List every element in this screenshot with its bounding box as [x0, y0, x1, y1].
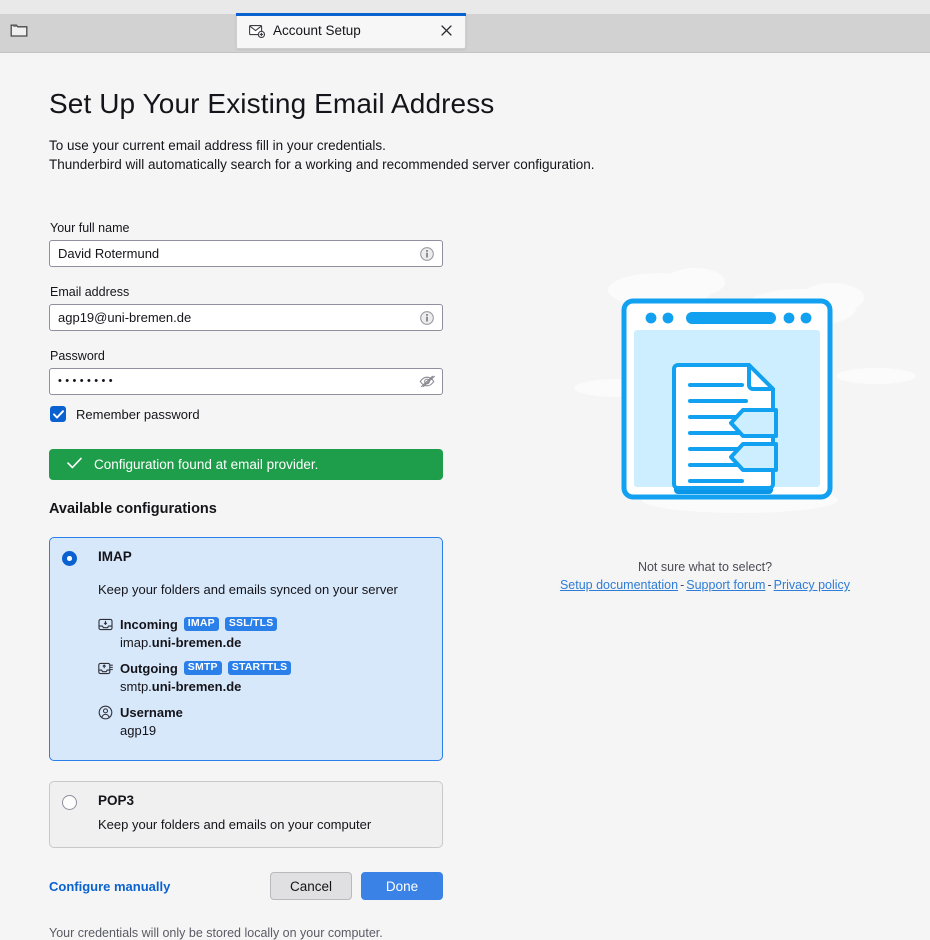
- credentials-footnote: Your credentials will only be stored loc…: [49, 926, 383, 940]
- detail-incoming-value: imap.uni-bremen.de: [120, 635, 428, 650]
- link-separator-2: -: [767, 578, 772, 592]
- badge-incoming-protocol: IMAP: [183, 617, 219, 631]
- support-forum-link[interactable]: Support forum: [686, 578, 765, 592]
- detail-outgoing-label: Outgoing: [120, 660, 178, 676]
- status-text: Configuration found at email provider.: [94, 457, 319, 472]
- browser-document-illustration: [560, 268, 922, 528]
- config-card-imap-head: IMAP: [62, 549, 428, 566]
- remember-password-label[interactable]: Remember password: [76, 407, 200, 422]
- config-card-pop3-head: POP3: [62, 793, 428, 810]
- detail-incoming: Incoming IMAP SSL/TLS imap.uni-bremen.de: [98, 615, 428, 650]
- mail-setup-icon: [249, 24, 266, 38]
- remember-password-row[interactable]: Remember password: [50, 406, 443, 422]
- available-configurations-heading: Available configurations: [49, 501, 217, 517]
- done-button[interactable]: Done: [361, 872, 443, 900]
- checkmark-icon: [67, 457, 82, 472]
- config-card-imap-title: IMAP: [98, 549, 132, 564]
- close-icon[interactable]: [433, 18, 459, 44]
- checkmark-icon: [52, 409, 64, 419]
- full-name-label: Your full name: [50, 221, 130, 235]
- outbox-icon: [98, 661, 113, 676]
- config-card-pop3-title: POP3: [98, 793, 135, 808]
- detail-incoming-host-domain: uni-bremen.de: [151, 635, 242, 650]
- config-card-pop3[interactable]: POP3 Keep your folders and emails on you…: [49, 781, 443, 848]
- configure-manually-link[interactable]: Configure manually: [49, 879, 170, 894]
- cancel-button[interactable]: Cancel: [270, 872, 352, 900]
- config-card-imap-description: Keep your folders and emails synced on y…: [98, 582, 398, 597]
- inbox-icon: [98, 617, 113, 632]
- remember-password-checkbox[interactable]: [50, 406, 66, 422]
- setup-form: Your full name Email address: [49, 221, 443, 940]
- page-title: Set Up Your Existing Email Address: [49, 88, 495, 119]
- folder-icon[interactable]: [10, 23, 28, 38]
- email-field-wrap[interactable]: [49, 304, 443, 331]
- detail-outgoing-value: smtp.uni-bremen.de: [120, 679, 428, 694]
- detail-username: Username agp19: [98, 703, 428, 738]
- intro-line-2: Thunderbird will automatically search fo…: [49, 157, 595, 172]
- detail-incoming-label: Incoming: [120, 616, 178, 632]
- email-input[interactable]: [50, 305, 442, 330]
- account-setup-page: Set Up Your Existing Email Address To us…: [0, 53, 930, 940]
- config-card-pop3-description: Keep your folders and emails on your com…: [98, 817, 372, 832]
- detail-username-value: agp19: [120, 723, 157, 738]
- info-icon[interactable]: [419, 246, 435, 262]
- tab-strip: Account Setup: [0, 13, 930, 53]
- full-name-input[interactable]: [50, 241, 442, 266]
- radio-imap[interactable]: [62, 551, 77, 566]
- config-card-imap[interactable]: IMAP Keep your folders and emails synced…: [49, 537, 443, 761]
- help-links: Setup documentation - Support forum - Privac…: [480, 578, 930, 592]
- password-input[interactable]: ••••••••: [50, 376, 442, 387]
- info-icon[interactable]: [419, 310, 435, 326]
- intro-line-1: To use your current email address fill i…: [49, 138, 386, 153]
- help-block: Not sure what to select? Setup documenta…: [480, 560, 930, 592]
- password-field-wrap[interactable]: ••••••••: [49, 368, 443, 395]
- detail-username-label: Username: [120, 704, 183, 720]
- imap-server-details: Incoming IMAP SSL/TLS imap.uni-bremen.de: [98, 615, 428, 738]
- detail-outgoing-host-prefix: smtp.: [120, 679, 152, 694]
- setup-documentation-link[interactable]: Setup documentation: [560, 578, 678, 592]
- email-label: Email address: [50, 285, 130, 299]
- detail-outgoing-host-domain: uni-bremen.de: [151, 679, 242, 694]
- radio-pop3[interactable]: [62, 795, 77, 810]
- badge-outgoing-security: STARTTLS: [227, 661, 292, 675]
- window-titlebar: [0, 0, 930, 14]
- tab-label: Account Setup: [273, 23, 361, 38]
- detail-outgoing: Outgoing SMTP STARTTLS smtp.uni-bremen.d…: [98, 659, 428, 694]
- full-name-field-wrap[interactable]: [49, 240, 443, 267]
- detail-incoming-host-prefix: imap.: [120, 635, 152, 650]
- privacy-policy-link[interactable]: Privacy policy: [774, 578, 850, 592]
- action-bar: Configure manually Cancel Done: [49, 872, 443, 900]
- password-label: Password: [50, 349, 105, 363]
- eye-slash-icon[interactable]: [419, 374, 435, 390]
- person-icon: [98, 705, 113, 720]
- status-banner: Configuration found at email provider.: [49, 449, 443, 480]
- badge-incoming-security: SSL/TLS: [224, 617, 278, 631]
- page-intro: To use your current email address fill i…: [49, 136, 749, 174]
- help-title: Not sure what to select?: [637, 560, 773, 574]
- tab-account-setup[interactable]: Account Setup: [236, 13, 466, 49]
- badge-outgoing-protocol: SMTP: [183, 661, 222, 675]
